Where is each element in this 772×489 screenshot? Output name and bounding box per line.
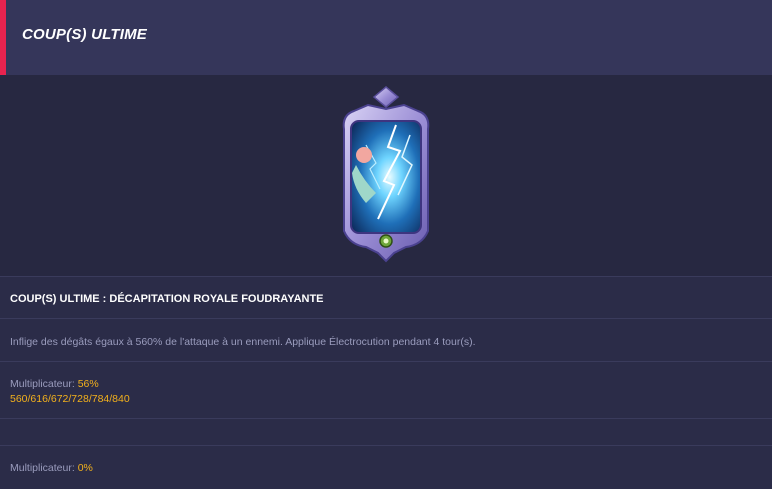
multiplier2-value: 0% <box>77 462 93 474</box>
multiplier-line: Multiplicateur: 56% <box>10 378 99 390</box>
multiplier-value: 56% <box>77 378 99 390</box>
skill-title: COUP(S) ULTIME : DÉCAPITATION ROYALE FOU… <box>10 293 324 305</box>
multiplier-row-2: Multiplicateur: 0% <box>0 445 772 489</box>
header-accent-bar <box>0 0 6 75</box>
multiplier2-label: Multiplicateur: <box>10 462 78 474</box>
skill-card-lightning-icon <box>342 86 430 263</box>
page-title: COUP(S) ULTIME <box>22 26 148 43</box>
page-header: COUP(S) ULTIME <box>0 0 772 75</box>
multiplier-line-2: Multiplicateur: 0% <box>10 462 93 474</box>
skill-description: Inflige des dégâts égaux à 560% de l'att… <box>10 336 476 348</box>
multiplier-levels: 560/616/672/728/784/840 <box>10 393 130 405</box>
multiplier-row: Multiplicateur: 56% 560/616/672/728/784/… <box>0 361 772 418</box>
skill-description-row: Inflige des dégâts égaux à 560% de l'att… <box>0 318 772 361</box>
skill-title-row: COUP(S) ULTIME : DÉCAPITATION ROYALE FOU… <box>0 276 772 318</box>
empty-row <box>0 418 772 445</box>
multiplier-label: Multiplicateur: <box>10 378 78 390</box>
skill-card-area <box>0 75 772 275</box>
